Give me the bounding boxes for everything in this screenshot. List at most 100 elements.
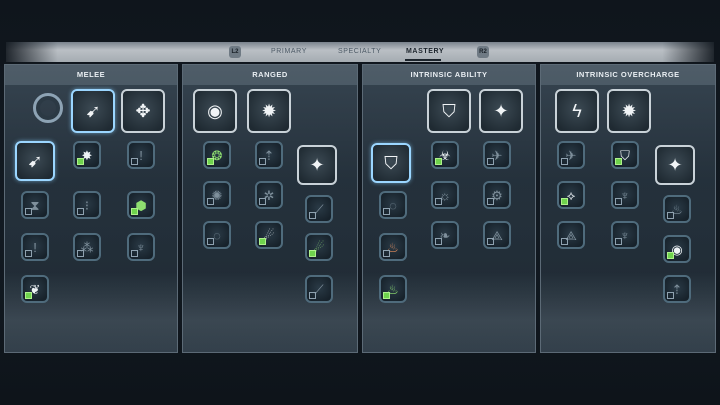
unlocked-marker xyxy=(259,238,266,245)
diamond-star-icon: ✦ xyxy=(667,155,683,175)
compass-arrows-icon: ✥ xyxy=(135,101,151,121)
tab-specialty[interactable]: SPECIALTY xyxy=(338,45,381,59)
right-bumper-icon[interactable]: R2 xyxy=(477,46,489,58)
skill-slot[interactable]: ✸ xyxy=(73,141,101,169)
skill-slot[interactable]: ☄ xyxy=(305,233,333,261)
skill-slot[interactable]: ♨ xyxy=(379,233,407,261)
skill-slot[interactable]: ✈ xyxy=(483,141,511,169)
panel-intrinsic-ability: INTRINSIC ABILITY ⛉✦⛉☣✈☼⚙◌❧⟁❦♨♨ xyxy=(362,64,536,353)
skill-slot[interactable]: ⟁ xyxy=(557,221,585,249)
skill-slot[interactable]: ✦ xyxy=(297,145,337,185)
skill-slot[interactable]: ✹ xyxy=(607,89,651,133)
skill-slot[interactable]: ⟋ xyxy=(305,195,333,223)
locked-marker xyxy=(309,212,316,219)
unlocked-marker xyxy=(207,158,214,165)
swirl-icon: ◌ xyxy=(389,197,397,213)
locked-marker xyxy=(25,250,32,257)
unlocked-marker xyxy=(25,292,32,299)
lightning-icon: ϟ xyxy=(572,101,582,121)
active-tab-indicator xyxy=(405,59,441,61)
skill-slot[interactable]: ! xyxy=(21,233,49,261)
skill-slot[interactable]: ✦ xyxy=(655,145,695,185)
locked-marker xyxy=(131,250,138,257)
unlocked-marker xyxy=(561,198,568,205)
unlocked-marker xyxy=(667,252,674,259)
locked-marker xyxy=(615,198,622,205)
star-burst-icon: ✹ xyxy=(621,101,637,121)
skill-slot[interactable]: ☣ xyxy=(431,141,459,169)
locked-marker xyxy=(77,208,84,215)
skill-slot[interactable]: ☼ xyxy=(431,181,459,209)
tab-primary[interactable]: PRIMARY xyxy=(271,45,307,59)
skill-slot[interactable]: ♨ xyxy=(379,275,407,303)
unlocked-marker xyxy=(309,250,316,257)
skill-slot[interactable]: ⟁ xyxy=(483,221,511,249)
bird-strike-icon: ➹ xyxy=(85,101,101,121)
skill-slot[interactable]: ◌ xyxy=(379,191,407,219)
skill-slot[interactable]: ⁝ xyxy=(73,191,101,219)
skill-slot[interactable]: ⚙ xyxy=(483,181,511,209)
ring-icon xyxy=(33,93,63,123)
skill-slot[interactable]: ♆ xyxy=(611,221,639,249)
skill-slot[interactable]: ⁂ xyxy=(73,233,101,261)
skill-slot[interactable]: ϟ xyxy=(555,89,599,133)
shield-icon: ⛉ xyxy=(384,153,398,173)
locked-marker xyxy=(383,208,390,215)
bird-strike-icon: ➹ xyxy=(27,151,43,171)
skill-slot[interactable] xyxy=(29,89,67,127)
skill-slot[interactable]: ✺ xyxy=(203,181,231,209)
tab-mastery[interactable]: MASTERY xyxy=(406,45,444,59)
dots-icon: ⁝ xyxy=(84,197,90,213)
panel-title: MELEE xyxy=(5,65,177,85)
skill-slot[interactable]: ⇡ xyxy=(663,275,691,303)
skill-slot[interactable]: ⟋ xyxy=(305,275,333,303)
skill-slot[interactable]: ◉ xyxy=(663,235,691,263)
locked-marker xyxy=(667,212,674,219)
skill-slot[interactable]: ◉ xyxy=(193,89,237,133)
locked-marker xyxy=(487,238,494,245)
swirl-icon: ◌ xyxy=(213,227,221,243)
skill-slot[interactable]: ⛉ xyxy=(611,141,639,169)
skill-slot[interactable]: ♆ xyxy=(611,181,639,209)
skill-slot[interactable]: ♆ xyxy=(127,233,155,261)
left-bumper-icon[interactable]: L2 xyxy=(229,46,241,58)
exclamation-icon: ! xyxy=(33,239,37,255)
locked-marker xyxy=(25,208,32,215)
skill-slot[interactable]: ➹ xyxy=(71,89,115,133)
shield-flame-icon: ⛉ xyxy=(442,101,456,121)
skill-slot[interactable]: ☄ xyxy=(255,221,283,249)
skill-slot[interactable]: ⟡ xyxy=(557,181,585,209)
panel-ranged: RANGED ◉ ✹ ❂ ⇡ ✦ ✺ ✲ ⟋ ◌ ☄ ☄ ⟋ xyxy=(182,64,358,353)
diamond-star-icon: ✦ xyxy=(493,101,509,121)
skill-slot[interactable]: ⬢ xyxy=(127,191,155,219)
skill-slot[interactable]: ❦ xyxy=(21,275,49,303)
skill-slot[interactable]: ✈ xyxy=(557,141,585,169)
skill-slot[interactable]: ⇡ xyxy=(255,141,283,169)
skill-slot[interactable]: ✹ xyxy=(247,89,291,133)
panel-title: RANGED xyxy=(183,65,357,85)
locked-marker xyxy=(435,238,442,245)
unlocked-marker xyxy=(77,158,84,165)
locked-marker xyxy=(667,292,674,299)
skill-slot[interactable]: ⛉ xyxy=(371,143,411,183)
tab-bar: L2 PRIMARY SPECIALTY MASTERY R2 xyxy=(0,45,720,61)
skill-slot[interactable]: ♨ xyxy=(663,195,691,223)
skill-slot[interactable]: ⧗ xyxy=(21,191,49,219)
locked-marker xyxy=(207,198,214,205)
exclamation-icon: ! xyxy=(139,147,143,163)
locked-marker xyxy=(259,198,266,205)
skill-slot[interactable]: ✦ xyxy=(479,89,523,133)
skill-slot[interactable]: ! xyxy=(127,141,155,169)
orb-icon: ◉ xyxy=(207,101,223,121)
locked-marker xyxy=(561,158,568,165)
skill-slot[interactable]: ➹ xyxy=(15,141,55,181)
skill-slot[interactable]: ✥ xyxy=(121,89,165,133)
skill-slot[interactable]: ✲ xyxy=(255,181,283,209)
skill-slot[interactable]: ⛉ xyxy=(427,89,471,133)
skill-slot[interactable]: ❧ xyxy=(431,221,459,249)
skill-slot[interactable]: ◌ xyxy=(203,221,231,249)
unlocked-marker xyxy=(435,158,442,165)
locked-marker xyxy=(487,158,494,165)
locked-marker xyxy=(383,250,390,257)
skill-slot[interactable]: ❂ xyxy=(203,141,231,169)
